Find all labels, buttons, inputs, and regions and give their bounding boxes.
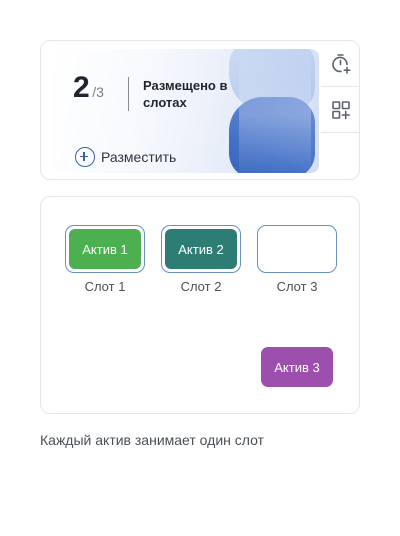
side-toolbar [321, 41, 359, 179]
grid-add-icon [332, 100, 351, 119]
asset-chip[interactable]: Актив 1 [69, 229, 141, 269]
draggable-asset-chip[interactable]: Актив 3 [261, 347, 333, 387]
page: 2 / 3 Размещено в слотах Разместить Акти… [0, 0, 400, 536]
slot-2[interactable]: Актив 2 [161, 225, 241, 273]
timer-add-button[interactable] [321, 41, 359, 87]
slot-label: Слот 3 [276, 279, 318, 294]
placed-count: 2 [73, 71, 91, 104]
slot-3[interactable] [257, 225, 337, 273]
divider [128, 77, 129, 111]
timer-add-icon [332, 53, 351, 74]
slot-label: Слот 1 [84, 279, 126, 294]
tool-empty [321, 133, 359, 179]
slot-label: Слот 2 [180, 279, 222, 294]
place-button[interactable]: Разместить [75, 147, 176, 167]
slot-1[interactable]: Актив 1 [65, 225, 145, 273]
placement-status-label: Размещено в слотах [143, 78, 228, 110]
placed-counter: 2 / 3 [73, 71, 104, 105]
slots-board: Актив 1 Актив 2 Слот 1 Слот 2 Слот 3 Акт… [40, 196, 360, 414]
empty-slot-area[interactable] [261, 229, 333, 269]
plus-circle-icon [75, 147, 95, 167]
hint-text: Каждый актив занимает один слот [40, 432, 264, 448]
grid-add-button[interactable] [321, 87, 359, 133]
asset-chip[interactable]: Актив 2 [165, 229, 237, 269]
placement-summary-card: 2 / 3 Размещено в слотах Разместить [40, 40, 360, 180]
place-button-label: Разместить [101, 149, 177, 165]
placement-hero: 2 / 3 Размещено в слотах Разместить [51, 49, 319, 173]
decorative-shape [239, 49, 311, 173]
total-count: 3 [96, 84, 104, 100]
